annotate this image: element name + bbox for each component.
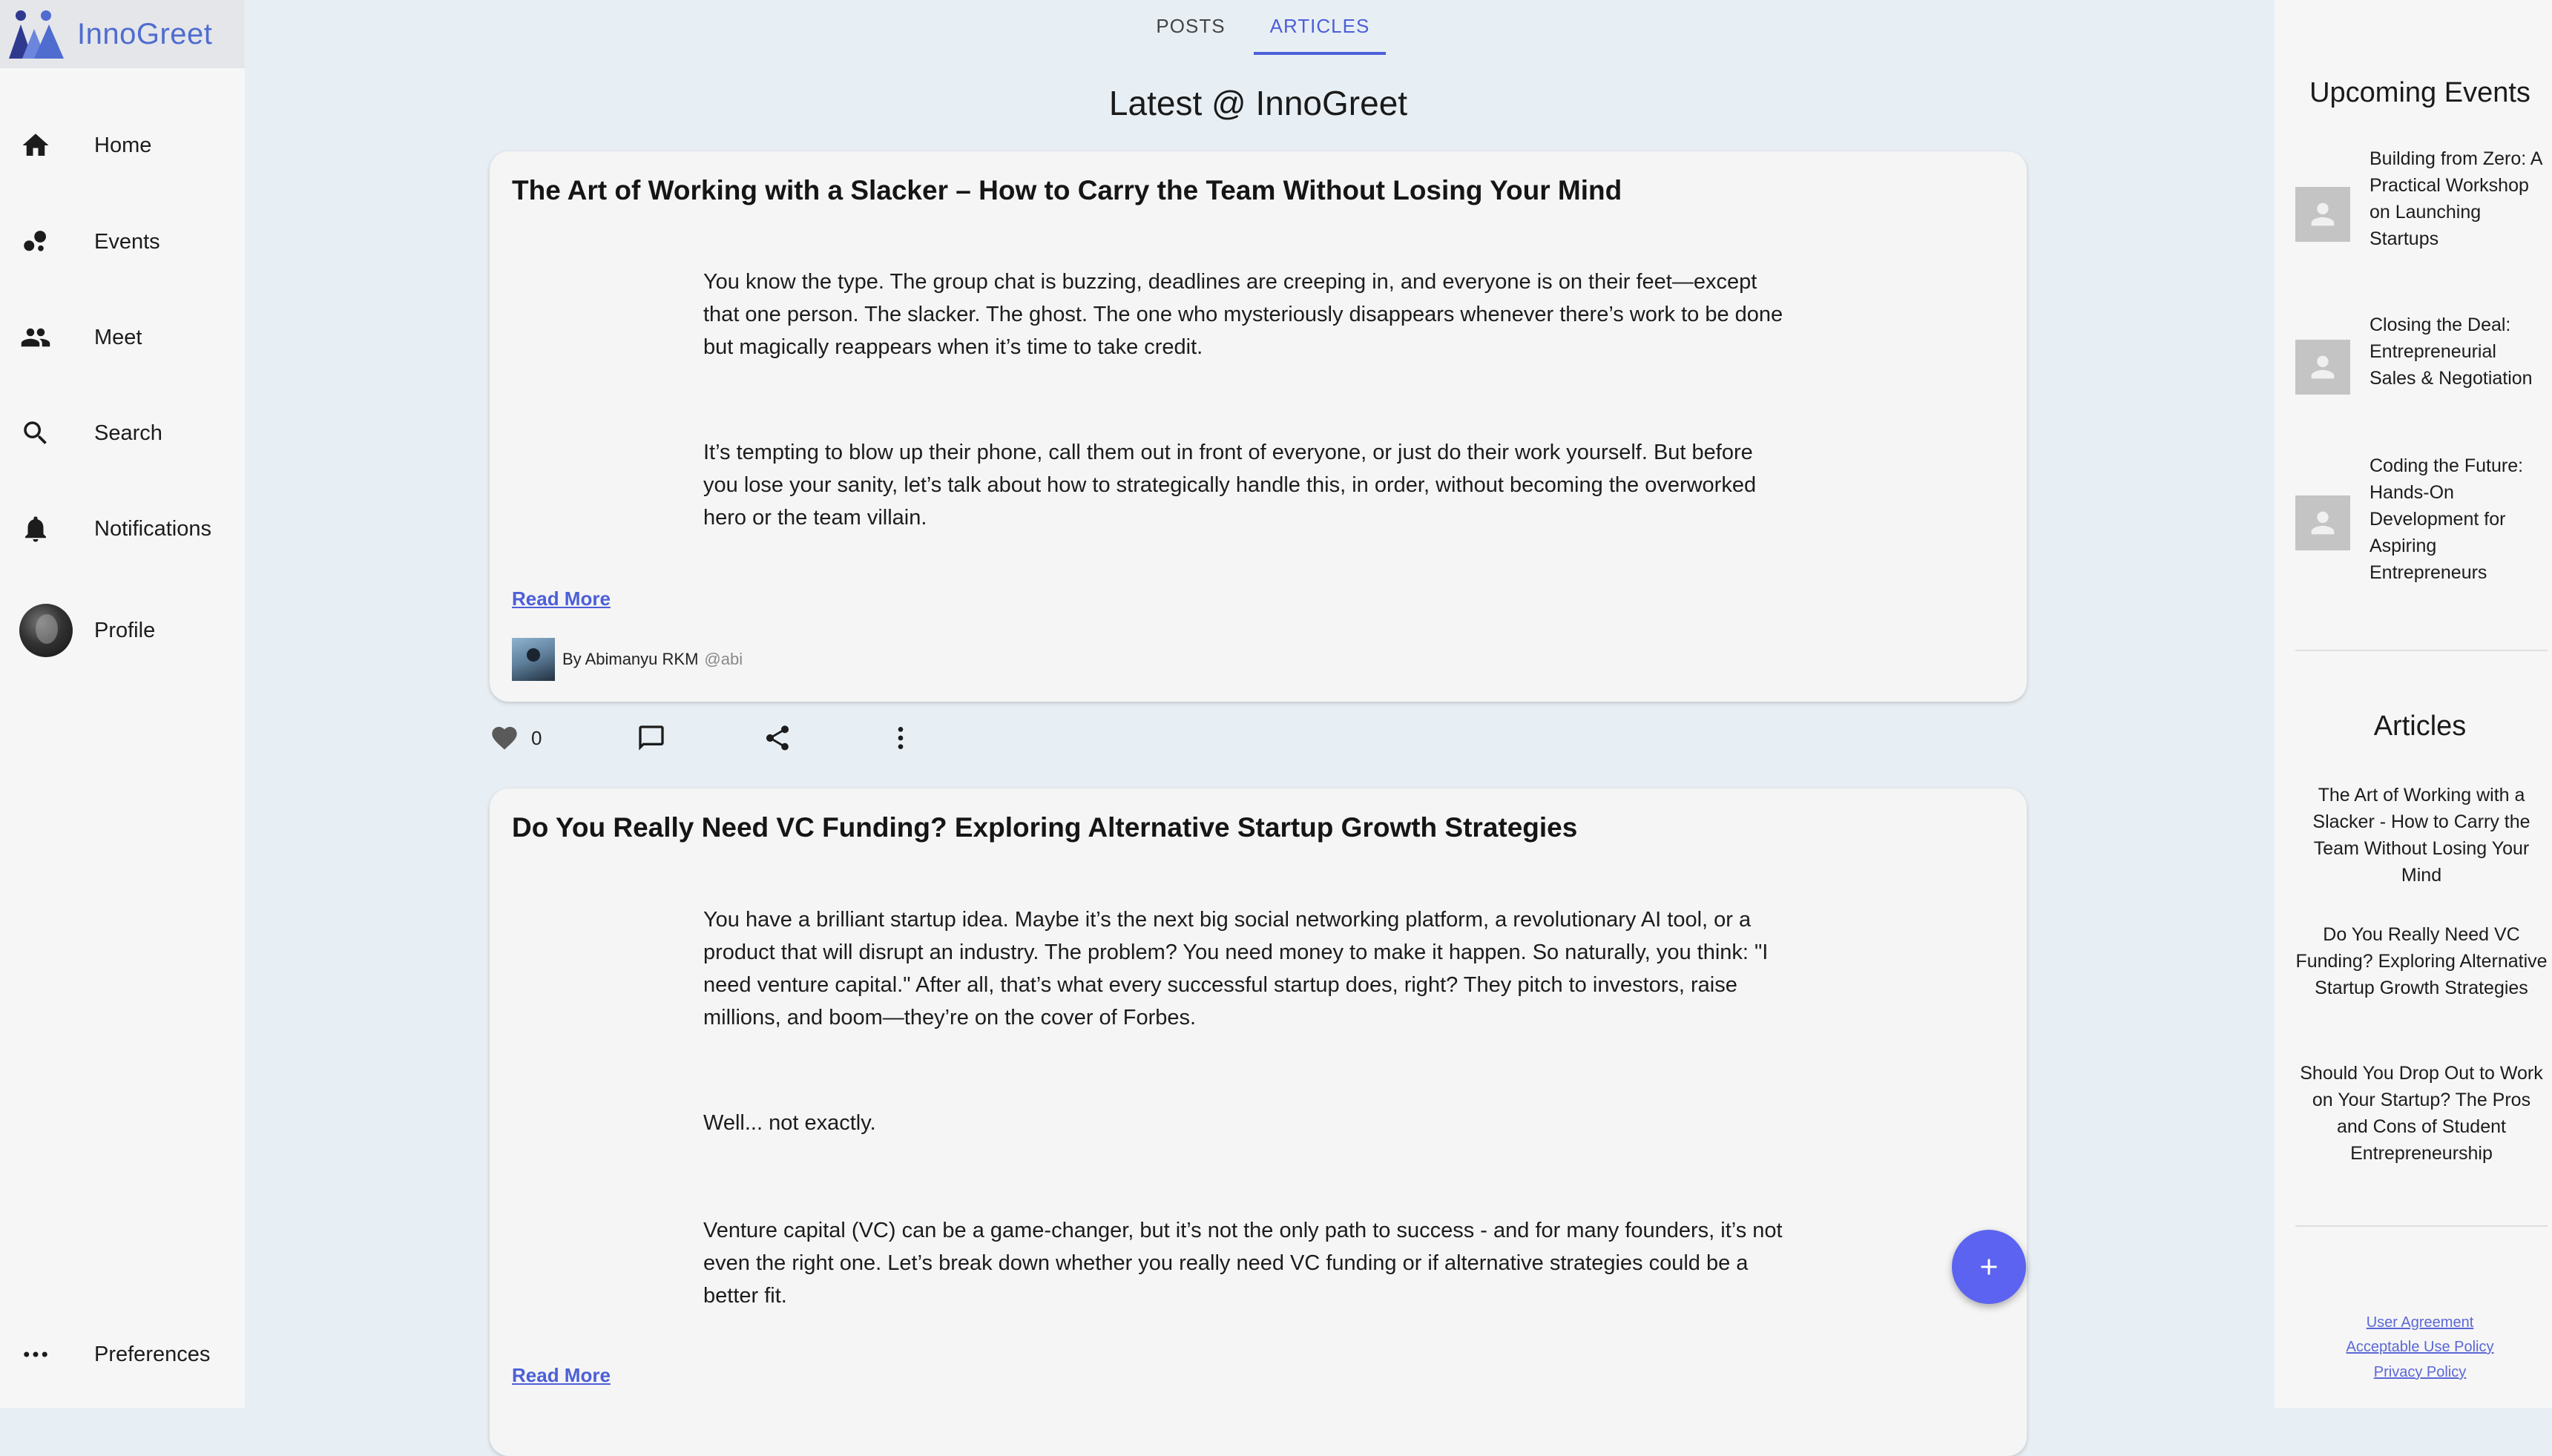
author-name[interactable]: By Abimanyu RKM [562,650,698,669]
heart-icon [492,727,517,750]
article-byline: By Abimanyu RKM @abi [512,638,743,681]
bubbles-icon [19,225,52,258]
comment-icon [639,725,664,751]
more-options-button[interactable] [886,719,915,757]
create-article-button[interactable] [1952,1230,2026,1304]
nav-events[interactable]: Events [0,212,245,271]
share-icon [766,725,789,751]
people-icon [19,321,52,354]
read-more-link[interactable]: Read More [512,1364,611,1387]
privacy-policy-link[interactable]: Privacy Policy [2275,1364,2552,1381]
nav-preferences[interactable]: Preferences [0,1325,245,1384]
like-count: 0 [531,726,542,749]
comment-button[interactable] [637,719,666,757]
plus-icon [1981,1259,1997,1275]
nav-profile[interactable]: Profile [0,601,245,660]
event-thumbnail[interactable] [2295,187,2350,242]
article-title[interactable]: The Art of Working with a Slacker – How … [512,175,1996,206]
share-button[interactable] [763,719,792,757]
tab-posts[interactable]: POSTS [1135,0,1246,52]
divider [2295,1225,2548,1227]
article-card[interactable]: The Art of Working with a Slacker – How … [490,151,2027,702]
more-horizontal-icon [19,1338,52,1371]
nav-meet[interactable]: Meet [0,308,245,367]
event-title[interactable]: Building from Zero: A Practical Workshop… [2370,145,2548,252]
user-agreement-link[interactable]: User Agreement [2275,1314,2552,1331]
read-more-link[interactable]: Read More [512,587,611,610]
articles-heading: Articles [2373,711,2467,742]
tab-articles[interactable]: ARTICLES [1254,0,1386,55]
divider [2295,650,2548,651]
nav-home[interactable]: Home [0,116,245,175]
event-title[interactable]: Coding the Future: Hands-On Development … [2370,452,2548,586]
upcoming-events-heading: Upcoming Events [2309,77,2530,108]
nav-notifications[interactable]: Notifications [0,499,245,559]
bell-icon [19,513,52,545]
sidebar-article-link[interactable]: Should You Drop Out to Work on Your Star… [2295,1060,2548,1167]
event-title[interactable]: Closing the Deal: Entrepreneurial Sales … [2370,312,2548,392]
brand-logo[interactable]: InnoGreet [0,0,245,68]
nav-home-label: Home [94,133,152,157]
like-button[interactable]: 0 [490,719,542,757]
author-avatar[interactable] [512,638,555,681]
sidebar-article-link[interactable]: The Art of Working with a Slacker - How … [2295,782,2548,889]
person-placeholder-icon [2311,355,2335,379]
acceptable-use-policy-link[interactable]: Acceptable Use Policy [2275,1339,2552,1356]
person-placeholder-icon [2311,202,2335,226]
article-actions: 0 [490,719,1009,757]
avatar [19,604,73,657]
home-icon [19,129,52,162]
feed-title: Latest @ InnoGreet [1108,84,1408,122]
article-title[interactable]: Do You Really Need VC Funding? Exploring… [512,812,1996,843]
author-handle: @abi [704,650,743,668]
innogreet-logo-icon [9,10,64,59]
nav-events-label: Events [94,229,160,254]
article-paragraph: You have a brilliant startup idea. Maybe… [703,908,1769,1030]
article-paragraph: Venture capital (VC) can be a game-chang… [703,1219,1783,1308]
article-paragraph: You know the type. The group chat is buz… [703,270,1783,359]
article-card[interactable]: Do You Really Need VC Funding? Exploring… [490,788,2027,1456]
event-thumbnail[interactable] [2295,340,2350,395]
more-vertical-icon [898,727,904,749]
event-thumbnail[interactable] [2295,495,2350,550]
right-panel: Upcoming Events Building from Zero: A Pr… [2275,0,2552,1408]
article-paragraph: It’s tempting to blow up their phone, ca… [703,441,1757,530]
nav-preferences-label: Preferences [94,1342,211,1366]
sidebar-article-link[interactable]: Do You Really Need VC Funding? Exploring… [2295,921,2548,1001]
article-paragraph: Well... not exactly. [703,1111,876,1135]
nav-search[interactable]: Search [0,403,245,463]
brand-name: InnoGreet [77,17,213,50]
search-icon [19,417,52,449]
nav-search-label: Search [94,421,162,445]
nav-notifications-label: Notifications [94,516,211,541]
nav-meet-label: Meet [94,325,142,349]
person-placeholder-icon [2311,511,2335,535]
sidebar: InnoGreet Home Events Meet Search Notifi… [0,0,245,1408]
nav-profile-label: Profile [94,618,156,642]
